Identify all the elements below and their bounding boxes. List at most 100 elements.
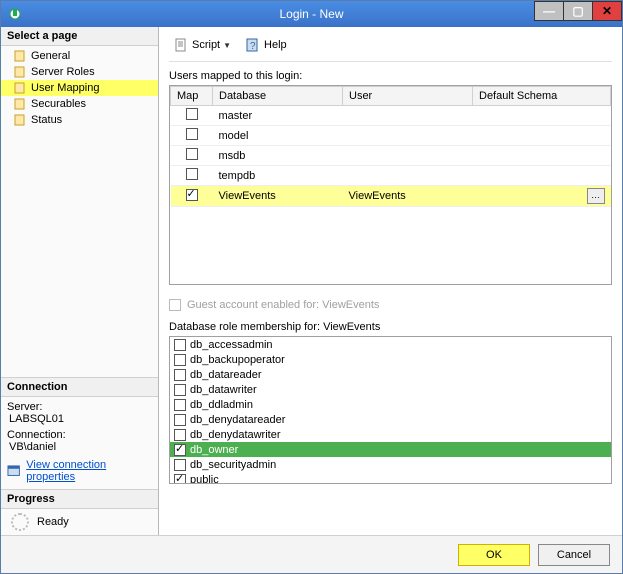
page-list: General Server Roles User Mapping Securable… bbox=[1, 46, 158, 130]
table-row[interactable]: master bbox=[171, 106, 611, 126]
role-name: db_accessadmin bbox=[190, 339, 273, 351]
map-checkbox[interactable] bbox=[186, 148, 198, 160]
minimize-button[interactable]: — bbox=[534, 1, 564, 21]
role-name: db_backupoperator bbox=[190, 354, 285, 366]
role-checkbox[interactable] bbox=[174, 384, 186, 396]
page-item-general[interactable]: General bbox=[1, 48, 158, 64]
page-item-label: Status bbox=[31, 114, 62, 126]
role-checkbox[interactable] bbox=[174, 429, 186, 441]
help-icon: ? bbox=[245, 37, 261, 53]
title-bar: Login - New — ▢ ✕ bbox=[1, 1, 622, 27]
col-database-header[interactable]: Database bbox=[213, 87, 343, 106]
mapping-table[interactable]: Map Database User Default Schema masterm… bbox=[169, 85, 612, 285]
cell-database: model bbox=[213, 126, 343, 146]
role-item[interactable]: db_denydatareader bbox=[170, 412, 611, 427]
role-item[interactable]: db_datareader bbox=[170, 367, 611, 382]
cell-user bbox=[343, 146, 473, 166]
col-schema-header[interactable]: Default Schema bbox=[473, 87, 611, 106]
page-item-user-mapping[interactable]: User Mapping bbox=[1, 80, 158, 96]
page-item-label: Securables bbox=[31, 98, 86, 110]
role-name: db_securityadmin bbox=[190, 459, 276, 471]
connection-heading: Connection bbox=[1, 378, 158, 397]
guest-account-row: Guest account enabled for: ViewEvents bbox=[169, 299, 612, 311]
page-item-label: General bbox=[31, 50, 70, 62]
chevron-down-icon: ▼ bbox=[223, 41, 231, 50]
role-checkbox[interactable] bbox=[174, 339, 186, 351]
role-name: db_owner bbox=[190, 444, 238, 456]
help-button[interactable]: ? Help bbox=[241, 35, 291, 55]
cell-schema bbox=[473, 106, 611, 126]
table-row[interactable]: tempdb bbox=[171, 166, 611, 186]
cell-schema bbox=[473, 126, 611, 146]
cell-user: ViewEvents bbox=[343, 186, 473, 207]
cell-schema: … bbox=[473, 186, 611, 207]
cell-user bbox=[343, 126, 473, 146]
cell-user bbox=[343, 106, 473, 126]
role-checkbox[interactable] bbox=[174, 369, 186, 381]
cancel-button[interactable]: Cancel bbox=[538, 544, 610, 566]
role-item[interactable]: public bbox=[170, 472, 611, 484]
page-icon bbox=[13, 49, 27, 63]
role-name: db_denydatareader bbox=[190, 414, 285, 426]
page-item-status[interactable]: Status bbox=[1, 112, 158, 128]
map-checkbox[interactable] bbox=[186, 168, 198, 180]
cell-user bbox=[343, 166, 473, 186]
connection-label: Connection: bbox=[7, 429, 152, 441]
role-name: db_datareader bbox=[190, 369, 262, 381]
maximize-button[interactable]: ▢ bbox=[563, 1, 593, 21]
map-checkbox[interactable] bbox=[186, 128, 198, 140]
script-label: Script bbox=[192, 39, 220, 51]
role-checkbox[interactable] bbox=[174, 444, 186, 456]
progress-status: Ready bbox=[37, 516, 69, 528]
role-item[interactable]: db_backupoperator bbox=[170, 352, 611, 367]
page-item-label: User Mapping bbox=[31, 82, 99, 94]
page-item-server-roles[interactable]: Server Roles bbox=[1, 64, 158, 80]
server-value: LABSQL01 bbox=[9, 413, 152, 425]
cell-database: master bbox=[213, 106, 343, 126]
cell-schema bbox=[473, 146, 611, 166]
role-item[interactable]: db_accessadmin bbox=[170, 337, 611, 352]
dialog-footer: OK Cancel bbox=[1, 535, 622, 573]
select-page-heading: Select a page bbox=[1, 27, 158, 46]
role-item[interactable]: db_owner bbox=[170, 442, 611, 457]
table-row[interactable]: ViewEventsViewEvents … bbox=[171, 186, 611, 207]
view-connection-properties-link[interactable]: View connection properties bbox=[26, 459, 152, 483]
page-icon bbox=[13, 97, 27, 111]
table-row[interactable]: model bbox=[171, 126, 611, 146]
schema-browse-button[interactable]: … bbox=[587, 188, 605, 204]
col-user-header[interactable]: User bbox=[343, 87, 473, 106]
toolbar: Script ▼ ? Help bbox=[169, 33, 612, 62]
roles-list[interactable]: db_accessadmin db_backupoperator db_datare… bbox=[169, 336, 612, 484]
cell-database: ViewEvents bbox=[213, 186, 343, 207]
page-item-securables[interactable]: Securables bbox=[1, 96, 158, 112]
guest-label: Guest account enabled for: ViewEvents bbox=[187, 299, 379, 311]
role-item[interactable]: db_ddladmin bbox=[170, 397, 611, 412]
role-checkbox[interactable] bbox=[174, 474, 186, 485]
role-checkbox[interactable] bbox=[174, 414, 186, 426]
role-name: db_ddladmin bbox=[190, 399, 253, 411]
ok-button[interactable]: OK bbox=[458, 544, 530, 566]
server-label: Server: bbox=[7, 401, 152, 413]
page-item-label: Server Roles bbox=[31, 66, 95, 78]
map-checkbox[interactable] bbox=[186, 189, 198, 201]
properties-icon bbox=[7, 464, 22, 478]
progress-heading: Progress bbox=[1, 490, 158, 509]
col-map-header[interactable]: Map bbox=[171, 87, 213, 106]
role-item[interactable]: db_denydatawriter bbox=[170, 427, 611, 442]
table-row[interactable]: msdb bbox=[171, 146, 611, 166]
map-checkbox[interactable] bbox=[186, 108, 198, 120]
app-icon bbox=[7, 6, 23, 22]
role-checkbox[interactable] bbox=[174, 354, 186, 366]
role-checkbox[interactable] bbox=[174, 459, 186, 471]
role-item[interactable]: db_securityadmin bbox=[170, 457, 611, 472]
window-title: Login - New bbox=[279, 7, 343, 21]
role-item[interactable]: db_datawriter bbox=[170, 382, 611, 397]
role-checkbox[interactable] bbox=[174, 399, 186, 411]
page-icon bbox=[13, 113, 27, 127]
page-icon bbox=[13, 65, 27, 79]
script-button[interactable]: Script ▼ bbox=[169, 35, 235, 55]
role-membership-label: Database role membership for: ViewEvents bbox=[169, 321, 612, 333]
role-name: public bbox=[190, 474, 219, 485]
close-button[interactable]: ✕ bbox=[592, 1, 622, 21]
page-icon bbox=[13, 81, 27, 95]
